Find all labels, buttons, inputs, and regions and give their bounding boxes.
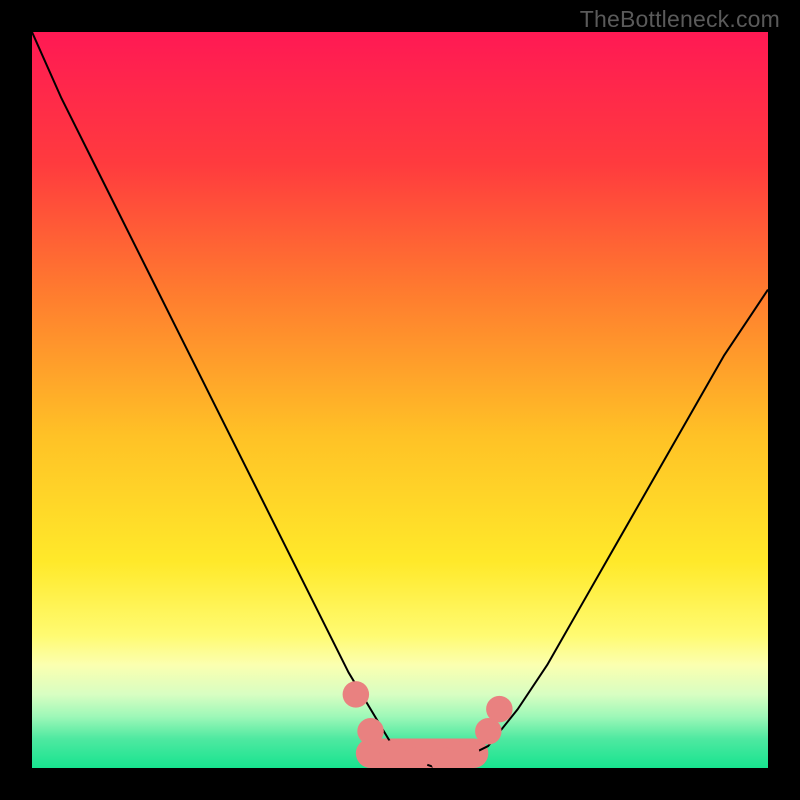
plot-area (32, 32, 768, 768)
watermark-label: TheBottleneck.com (580, 6, 780, 33)
optimal-markers-dot (343, 681, 370, 708)
optimal-markers-dot (453, 740, 480, 767)
chart-svg (32, 32, 768, 768)
optimal-markers-dot (357, 718, 384, 745)
optimal-markers-dot (486, 696, 513, 723)
gradient-background (32, 32, 768, 768)
chart-frame: TheBottleneck.com (0, 0, 800, 800)
